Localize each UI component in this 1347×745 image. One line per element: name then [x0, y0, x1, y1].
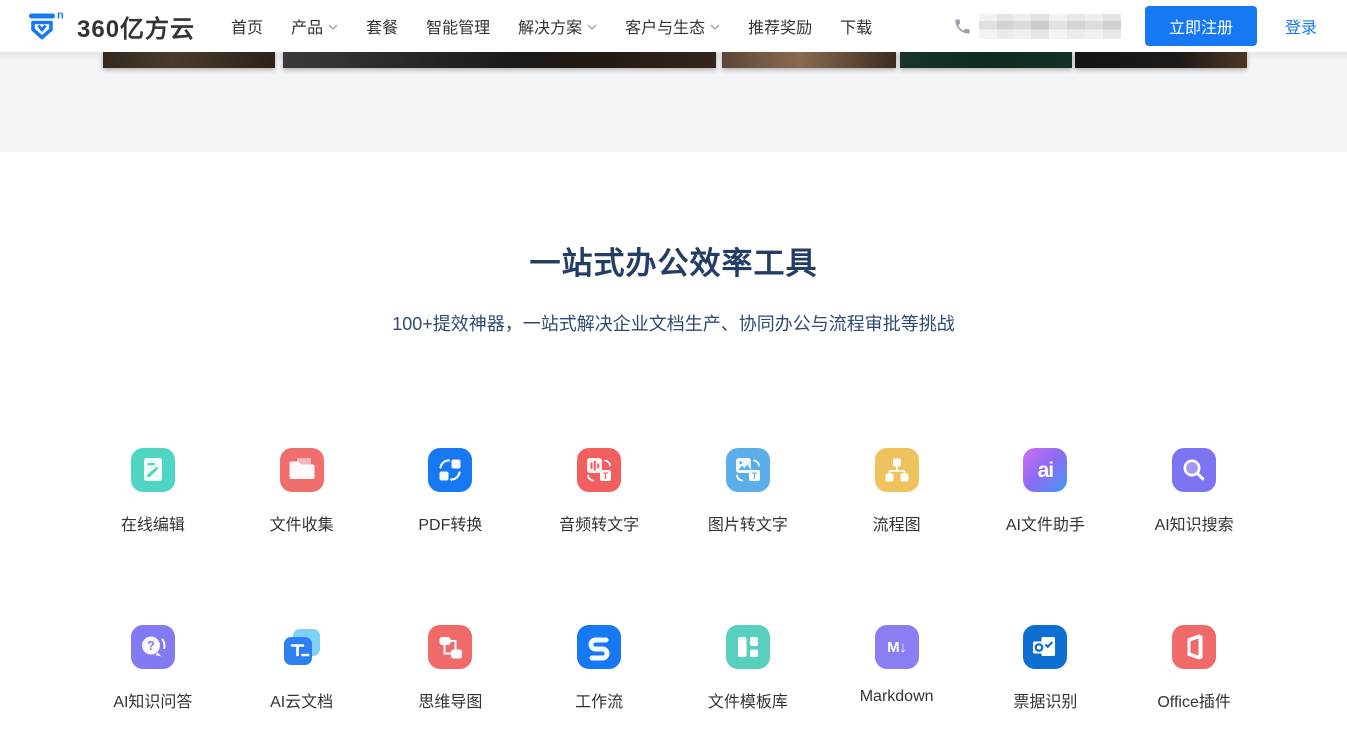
svg-text:T: T	[603, 471, 609, 481]
doc-edit-icon	[131, 448, 175, 492]
chevron-down-icon	[710, 24, 720, 30]
tool-template-library[interactable]: 文件模板库	[674, 625, 823, 712]
audio-to-text-icon: T	[577, 448, 621, 492]
image-to-text-icon: T	[726, 448, 770, 492]
chevron-down-icon	[328, 24, 338, 30]
svg-text:n: n	[57, 10, 64, 22]
chat-question-icon: ?	[131, 625, 175, 669]
flowchart-icon	[875, 448, 919, 492]
nav-item-products[interactable]: 产品	[291, 14, 338, 38]
tool-flowchart[interactable]: 流程图	[822, 448, 971, 535]
hero-thumbnail	[900, 52, 1072, 68]
section-subtitle: 100+提效神器，一站式解决企业文档生产、协同办公与流程审批等挑战	[0, 310, 1347, 336]
page: n 360亿方云 首页 产品 套餐 智能管理 解决方案 客户与生态 推荐奖励 下…	[0, 0, 1347, 745]
logo-text: 360亿方云	[77, 9, 195, 44]
tool-markdown[interactable]: M↓ Markdown	[822, 625, 971, 712]
tool-ai-cloud-doc[interactable]: AI云文档	[227, 625, 376, 712]
tool-pdf-convert[interactable]: PDF转换	[376, 448, 525, 535]
header: n 360亿方云 首页 产品 套餐 智能管理 解决方案 客户与生态 推荐奖励 下…	[0, 0, 1347, 52]
main-nav: 首页 产品 套餐 智能管理 解决方案 客户与生态 推荐奖励 下载	[231, 14, 872, 38]
mindmap-icon	[428, 625, 472, 669]
tool-workflow[interactable]: 工作流	[525, 625, 674, 712]
nav-item-solutions[interactable]: 解决方案	[518, 14, 597, 38]
nav-item-referral-rewards[interactable]: 推荐奖励	[748, 14, 812, 38]
nav-item-plans[interactable]: 套餐	[366, 14, 398, 38]
login-link[interactable]: 登录	[1285, 14, 1317, 38]
hero-thumbnail	[103, 52, 275, 68]
cloud-doc-icon	[280, 625, 324, 669]
tool-mindmap[interactable]: 思维导图	[376, 625, 525, 712]
tool-office-plugin[interactable]: Office插件	[1120, 625, 1269, 712]
svg-text:T: T	[752, 471, 758, 481]
nav-item-home[interactable]: 首页	[231, 14, 263, 38]
tool-receipt-ocr[interactable]: 票据识别	[971, 625, 1120, 712]
tools-section: 一站式办公效率工具 100+提效神器，一站式解决企业文档生产、协同办公与流程审批…	[0, 152, 1347, 712]
chevron-down-icon	[587, 24, 597, 30]
tool-ai-knowledge-search[interactable]: AI知识搜索	[1120, 448, 1269, 535]
tool-image-to-text[interactable]: T 图片转文字	[674, 448, 823, 535]
tool-ai-qa[interactable]: ? AI知识问答	[79, 625, 228, 712]
phone-contact	[953, 14, 1121, 39]
tool-file-collect[interactable]: 文件收集	[227, 448, 376, 535]
svg-text:?: ?	[147, 639, 155, 653]
hero-thumbnail	[722, 52, 896, 68]
nav-item-customers-ecosystem[interactable]: 客户与生态	[625, 14, 720, 38]
section-title: 一站式办公效率工具	[0, 152, 1347, 283]
hero-carousel-strip	[0, 52, 1347, 152]
logo-icon: n	[28, 9, 68, 43]
markdown-icon: M↓	[887, 640, 906, 655]
search-icon	[1172, 448, 1216, 492]
folder-icon	[280, 448, 324, 492]
convert-icon	[428, 448, 472, 492]
grid-layout-icon	[726, 625, 770, 669]
receipt-icon	[1023, 625, 1067, 669]
workflow-icon	[577, 625, 621, 669]
tool-ai-file-assistant[interactable]: ai AI文件助手	[971, 448, 1120, 535]
header-right: 立即注册 登录	[953, 6, 1317, 46]
phone-icon	[953, 17, 972, 36]
ai-badge-icon: ai	[1038, 460, 1054, 481]
hero-thumbnail	[283, 52, 716, 68]
logo[interactable]: n 360亿方云	[28, 9, 195, 44]
tool-audio-to-text[interactable]: T 音频转文字	[525, 448, 674, 535]
hero-thumbnail	[1075, 52, 1247, 68]
nav-item-download[interactable]: 下载	[840, 14, 872, 38]
office-icon	[1172, 625, 1216, 669]
register-button[interactable]: 立即注册	[1145, 6, 1257, 46]
blurred-phone-number	[979, 14, 1121, 39]
nav-item-smart-management[interactable]: 智能管理	[426, 14, 490, 38]
tools-grid: 在线编辑 文件收集 PDF转换	[79, 448, 1269, 712]
tool-online-edit[interactable]: 在线编辑	[79, 448, 228, 535]
